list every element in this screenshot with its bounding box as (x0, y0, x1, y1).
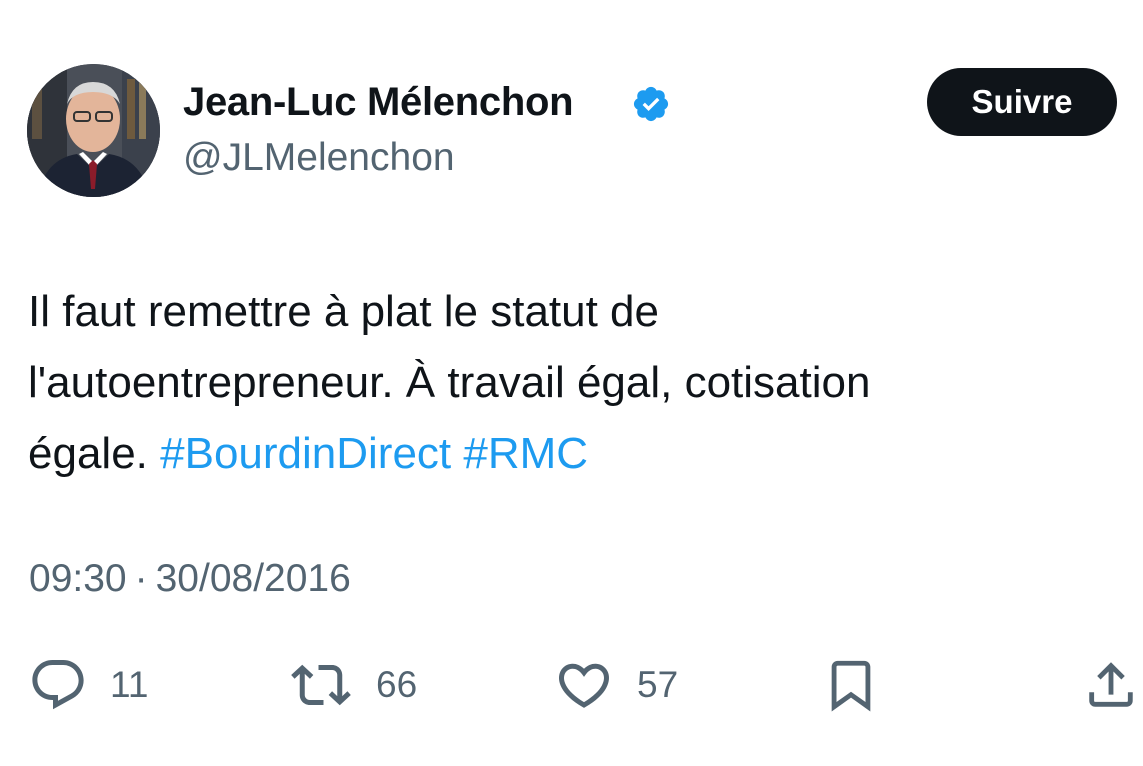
reply-count: 11 (110, 664, 149, 705)
tweet-text: Il faut remettre à plat le statut de l'a… (28, 276, 1108, 489)
tweet-text-line-2: l'autoentrepreneur. À travail égal, coti… (28, 358, 871, 407)
author-avatar[interactable] (27, 64, 160, 197)
follow-button[interactable]: Suivre (927, 68, 1117, 136)
tweet-text-line-3: égale. #BourdinDirect #RMC (28, 418, 1108, 489)
share-button[interactable] (1082, 650, 1140, 720)
speech-bubble-icon (32, 660, 84, 710)
bookmark-icon (831, 660, 871, 712)
tweet-date: 30/08/2016 (155, 557, 351, 600)
verified-badge-icon (633, 86, 669, 122)
tweet-text-line-3-prefix: égale. (28, 429, 148, 478)
retweet-arrows-icon (291, 664, 351, 706)
retweet-count: 66 (376, 664, 418, 705)
like-count: 57 (637, 664, 679, 705)
retweet-button[interactable]: 66 (288, 650, 417, 720)
author-display-name[interactable]: Jean-Luc Mélenchon (183, 80, 574, 125)
timestamp-separator: · (134, 557, 148, 600)
tweet-time: 09:30 (29, 557, 127, 600)
tweet-text-line-1: Il faut remettre à plat le statut de (28, 287, 659, 336)
reply-button[interactable]: 11 (28, 650, 148, 720)
like-button[interactable]: 57 (553, 650, 678, 720)
avatar-image (27, 64, 160, 197)
bookmark-button[interactable] (822, 650, 880, 720)
hashtag-rmc[interactable]: #RMC (463, 429, 588, 478)
tweet-timestamp[interactable]: 09:30 · 30/08/2016 (29, 557, 351, 601)
share-upload-icon (1089, 662, 1133, 707)
author-handle[interactable]: @JLMelenchon (183, 136, 455, 180)
hashtag-bourdindirect[interactable]: #BourdinDirect (160, 429, 451, 478)
heart-icon (558, 663, 610, 708)
